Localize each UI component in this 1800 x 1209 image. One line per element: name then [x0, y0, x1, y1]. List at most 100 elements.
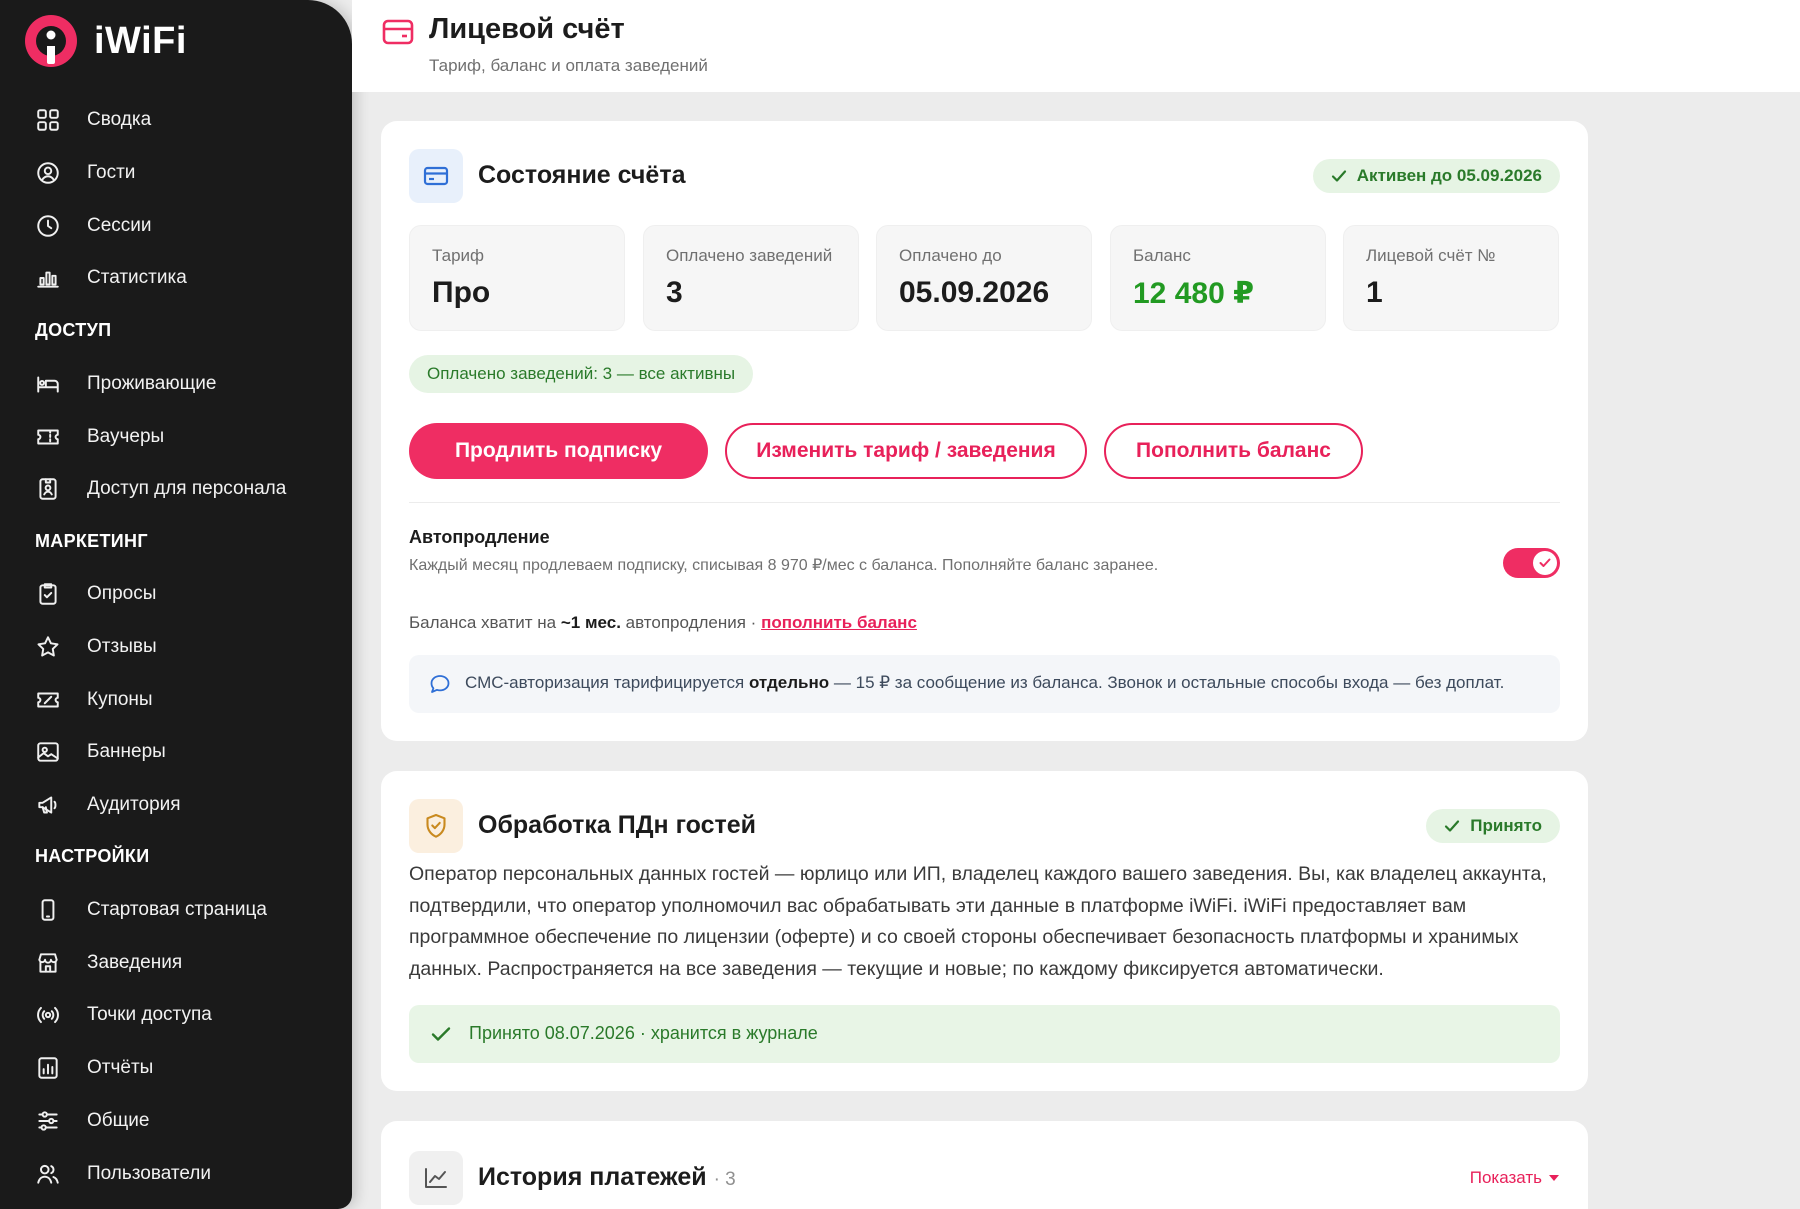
credit-card-icon — [423, 166, 449, 186]
store-icon — [34, 949, 62, 977]
stat-label: Лицевой счёт № — [1366, 246, 1496, 265]
sidebar-item-label: Стартовая страница — [87, 899, 267, 920]
sidebar-item-label: Сессии — [87, 215, 152, 236]
brand-name: iWiFi — [94, 19, 187, 62]
history-show-toggle[interactable]: Показать — [1470, 1168, 1560, 1188]
sidebar-item-gosti[interactable]: Гости — [34, 153, 334, 193]
sidebar-item-otchety[interactable]: Отчёты — [34, 1048, 334, 1088]
page-title: Лицевой счёт — [429, 13, 625, 45]
sidebar-item-otzyvy[interactable]: Отзывы — [34, 627, 334, 667]
sidebar-item-vauchery[interactable]: Ваучеры — [34, 417, 334, 457]
card-icon-shield — [409, 799, 463, 853]
page-subtitle: Тариф, баланс и оплата заведений — [429, 56, 708, 75]
sidebar-item-label: Точки доступа — [87, 1004, 212, 1025]
dashboard-icon — [34, 106, 62, 134]
check-icon — [1539, 558, 1551, 567]
paid-venues-pill: Оплачено заведений: 3 — все активны — [409, 355, 754, 393]
stat-label: Оплачено заведений — [666, 246, 833, 265]
topup-balance-button[interactable]: Пополнить баланс — [1104, 423, 1363, 479]
sidebar-item-label: Отзывы — [87, 636, 157, 657]
check-icon — [431, 1027, 451, 1041]
star-icon — [34, 633, 62, 661]
pdn-accepted-box: Принято 08.07.2026 · хранится в журнале — [409, 1005, 1560, 1063]
sidebar-item-start[interactable]: Стартовая страница — [34, 890, 334, 930]
badge-icon — [34, 475, 62, 503]
sidebar-item-oprosy[interactable]: Опросы — [34, 574, 334, 614]
stat-value: 12 480 ₽ — [1133, 277, 1254, 310]
phone-icon — [34, 896, 62, 924]
stat-label: Оплачено до — [899, 246, 1002, 265]
stat-label: Тариф — [432, 246, 485, 265]
stat-paid-until: Оплачено до 05.09.2026 — [876, 225, 1092, 331]
history-count: · 3 — [713, 1169, 736, 1190]
history-card-title: История платежей · 3 — [478, 1163, 736, 1192]
sms-prefix: СМС-авторизация тарифицируется — [465, 673, 745, 692]
autorenew-toggle[interactable] — [1503, 548, 1560, 578]
account-status-text: Активен до 05.09.2026 — [1356, 166, 1542, 185]
brand-logo[interactable]: iWiFi — [24, 14, 187, 68]
section-title-access: ДОСТУП — [35, 320, 112, 340]
clock-icon — [34, 212, 62, 240]
sidebar-item-label: Пользователи — [87, 1163, 212, 1184]
sidebar-item-label: Баннеры — [87, 741, 166, 762]
clipboard-check-icon — [34, 580, 62, 608]
ticket-icon — [34, 423, 62, 451]
stat-value: Про — [432, 276, 491, 309]
account-status-badge: Активен до 05.09.2026 — [1312, 159, 1560, 193]
extend-subscription-button[interactable]: Продлить подписку — [409, 423, 708, 479]
sidebar-item-personal[interactable]: Доступ для персонала — [34, 469, 334, 509]
account-state-card: Состояние счёта Активен до 05.09.2026 Та… — [381, 121, 1588, 741]
stat-label: Баланс — [1133, 246, 1191, 265]
logo-icon — [25, 15, 77, 67]
sidebar-item-label: Аудитория — [87, 794, 181, 815]
wallet-icon — [382, 19, 414, 45]
pdn-card-title: Обработка ПДн гостей — [478, 811, 757, 839]
sidebar-item-label: Заведения — [87, 952, 183, 973]
show-label: Показать — [1469, 1168, 1542, 1187]
autorenew-description: Каждый месяц продлеваем подписку, списыв… — [409, 557, 1159, 574]
card-icon-chart — [409, 1151, 463, 1205]
section-title-settings: НАСТРОЙКИ — [35, 846, 150, 866]
megaphone-icon — [34, 791, 62, 819]
divider — [409, 502, 1560, 503]
enough-middle: автопродления · — [625, 613, 757, 632]
payment-history-card: История платежей · 3 Показать — [381, 1121, 1588, 1209]
sidebar-item-label: Ваучеры — [87, 426, 165, 447]
sidebar-item-auditoriya[interactable]: Аудитория — [34, 785, 334, 825]
sidebar-item-obschie[interactable]: Общие — [34, 1101, 334, 1141]
radio-icon — [34, 1001, 62, 1029]
pdn-status-text: Принято — [1470, 816, 1542, 835]
section-title-marketing: МАРКЕТИНГ — [35, 531, 148, 551]
sidebar-item-label: Проживающие — [87, 373, 217, 394]
sidebar-item-label: Сводка — [87, 109, 152, 130]
pdn-status-badge: Принято — [1426, 809, 1560, 843]
stat-balance: Баланс 12 480 ₽ — [1110, 225, 1326, 331]
stat-account-number: Лицевой счёт № 1 — [1343, 225, 1559, 331]
sidebar-item-svodka[interactable]: Сводка — [34, 100, 334, 140]
topup-balance-link[interactable]: пополнить баланс — [761, 613, 917, 632]
sidebar-item-bannery[interactable]: Баннеры — [34, 732, 334, 772]
sms-info-box: СМС-авторизация тарифицируется отдельно … — [409, 655, 1560, 713]
toggle-knob — [1533, 551, 1557, 575]
sidebar-item-label: Купоны — [87, 689, 153, 710]
balance-enough-text: Баланса хватит на ~1 мес. автопродления … — [409, 613, 917, 633]
users-icon — [34, 1160, 62, 1188]
account-card-title: Состояние счёта — [478, 161, 686, 189]
stat-paid-venues: Оплачено заведений 3 — [643, 225, 859, 331]
change-tariff-button[interactable]: Изменить тариф / заведения — [725, 423, 1087, 479]
bed-icon — [34, 370, 62, 398]
sidebar-item-zavedeniya[interactable]: Заведения — [34, 943, 334, 983]
sidebar-item-statistika[interactable]: Статистика — [34, 258, 334, 298]
sidebar-item-tochki[interactable]: Точки доступа — [34, 995, 334, 1035]
pdn-description: Оператор персональных данных гостей — юр… — [409, 863, 1547, 980]
chat-bubble-icon — [430, 675, 450, 693]
sidebar-item-kupony[interactable]: Купоны — [34, 680, 334, 720]
sidebar-item-prozhivayuschie[interactable]: Проживающие — [34, 364, 334, 404]
sliders-icon — [34, 1107, 62, 1135]
shield-check-icon — [426, 813, 446, 838]
check-icon — [1445, 820, 1460, 832]
sidebar-item-sessii[interactable]: Сессии — [34, 206, 334, 246]
sidebar-item-polzovateli[interactable]: Пользователи — [34, 1154, 334, 1194]
enough-duration: ~1 мес. — [560, 613, 621, 632]
stat-value: 1 — [1366, 276, 1383, 309]
